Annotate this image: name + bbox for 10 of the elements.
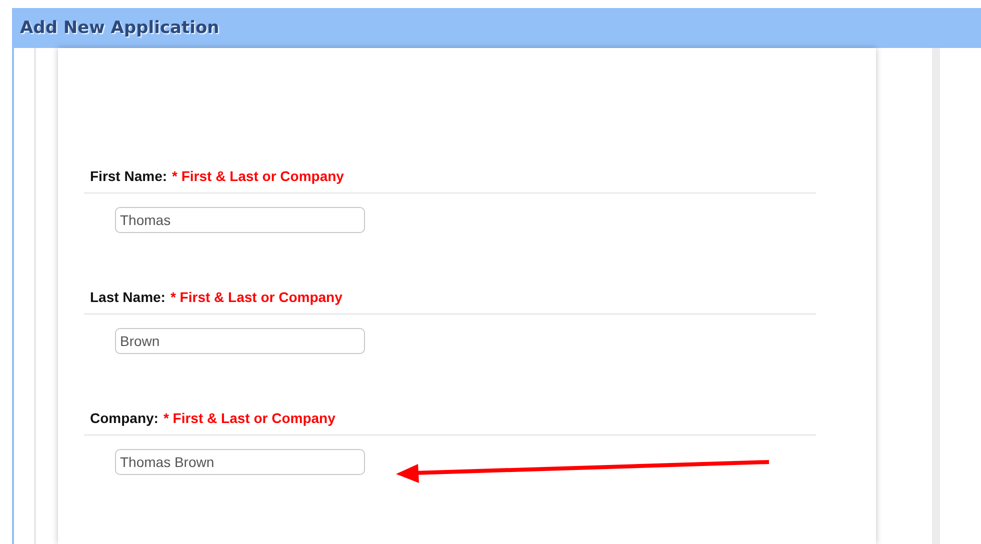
field-label: First Name: xyxy=(90,168,168,184)
field-label: Last Name: xyxy=(90,289,166,305)
field-label: Company: xyxy=(90,410,158,426)
input-field[interactable]: Brown xyxy=(115,328,365,354)
required-note: * First & Last or Company xyxy=(172,168,344,184)
input-field[interactable]: Thomas xyxy=(115,207,365,233)
required-note: * First & Last or Company xyxy=(163,410,336,426)
required-note: * First & Last or Company xyxy=(170,289,342,305)
window-title: Add New Application xyxy=(20,18,220,38)
input-field[interactable]: Thomas Brown xyxy=(115,449,365,475)
